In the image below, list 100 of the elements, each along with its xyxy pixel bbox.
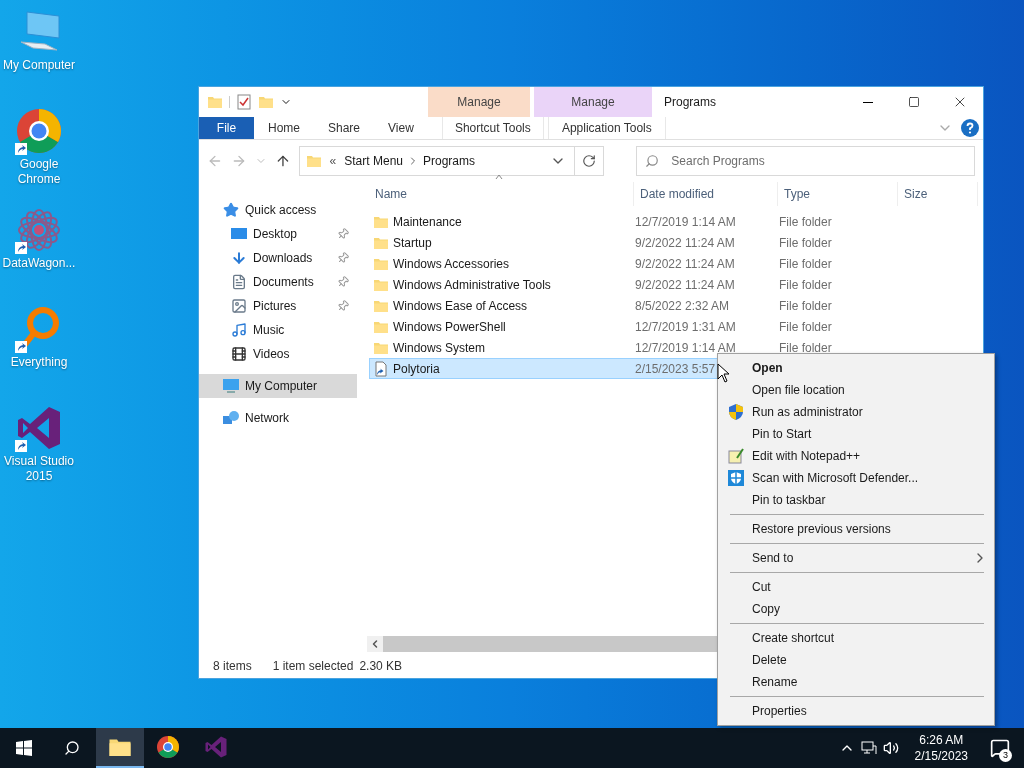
address-bar[interactable]: « Start Menu Programs <box>298 146 605 176</box>
refresh-icon[interactable] <box>582 154 597 168</box>
breadcrumb[interactable]: Start Menu <box>344 152 403 170</box>
search-icon <box>64 740 80 756</box>
column-header[interactable]: Type <box>778 182 898 206</box>
file-date: 8/5/2022 2:32 AM <box>635 298 730 313</box>
file-type: File folder <box>778 255 833 273</box>
nav-item[interactable]: Videos <box>199 342 357 366</box>
file-type: File folder <box>778 213 833 231</box>
clock[interactable]: 6:26 AM 2/15/2023 <box>906 732 976 764</box>
nav-item[interactable]: Quick access <box>199 198 357 222</box>
network-icon <box>223 410 239 426</box>
properties-icon[interactable] <box>236 94 252 110</box>
file-row[interactable]: Windows System 12/7/2019 1:14 AM File folder <box>369 337 972 358</box>
file-name: Windows System <box>393 339 486 357</box>
menu-item[interactable]: Properties <box>718 700 994 722</box>
star-icon <box>223 202 239 218</box>
file-name: Maintenance <box>393 213 462 231</box>
window-title: Programs <box>663 94 717 111</box>
notification-center-button[interactable]: 3 <box>976 728 1024 768</box>
shortcut-file-icon <box>373 360 389 377</box>
nav-item[interactable]: My Computer <box>199 374 357 398</box>
taskbar-app[interactable] <box>96 728 144 768</box>
nav-item[interactable]: Desktop <box>199 222 357 246</box>
menu-item[interactable]: Create shortcut <box>718 627 994 649</box>
file-date: 12/7/2019 1:14 AM <box>635 340 736 355</box>
menu-item[interactable]: Open file location <box>718 379 994 401</box>
picture-icon <box>231 298 247 314</box>
file-name: Startup <box>393 234 432 252</box>
menu-item[interactable]: Run as administrator <box>718 401 994 423</box>
search-icon <box>645 154 660 168</box>
ribbon-tab[interactable]: Shortcut Tools <box>441 117 544 139</box>
menu-item[interactable]: Send to <box>718 547 994 569</box>
file-date: 9/2/2022 11:24 AM <box>635 235 735 250</box>
menu-item[interactable]: Rename <box>718 671 994 693</box>
volume-icon[interactable] <box>882 740 899 756</box>
mouse-cursor-icon <box>717 363 731 383</box>
visual-studio-icon <box>204 735 228 759</box>
file-row[interactable]: Windows Ease of Access 8/5/2022 2:32 AM File folder <box>369 295 972 316</box>
chrome-icon <box>15 107 63 155</box>
network-status-icon[interactable] <box>860 740 877 756</box>
file-row[interactable]: Windows PowerShell 12/7/2019 1:31 AM File folder <box>369 316 972 337</box>
menu-item[interactable]: Pin to taskbar <box>718 489 994 511</box>
folder-icon <box>305 153 322 169</box>
menu-item[interactable]: Edit with Notepad++ <box>718 445 994 467</box>
file-row[interactable]: Startup 9/2/2022 11:24 AM File folder <box>369 232 972 253</box>
menu-item[interactable]: Restore previous versions <box>718 518 994 540</box>
ribbon-tab[interactable]: File <box>199 117 254 139</box>
file-date: 12/7/2019 1:14 AM <box>635 214 736 229</box>
menu-item[interactable]: Cut <box>718 576 994 598</box>
defender-icon <box>728 470 744 486</box>
ribbon-tab[interactable]: View <box>374 117 428 139</box>
chrome-icon <box>156 735 180 759</box>
windows-logo-icon <box>16 740 32 756</box>
desktop-icon <box>231 226 247 242</box>
file-row[interactable]: Windows Accessories 9/2/2022 11:24 AM File folder <box>369 253 972 274</box>
shield-icon <box>728 404 744 420</box>
notification-icon <box>990 738 1010 758</box>
file-row[interactable]: Maintenance 12/7/2019 1:14 AM File folder <box>369 211 972 232</box>
file-name: Windows Accessories <box>393 255 510 273</box>
column-header[interactable]: Date modified <box>634 182 778 206</box>
monitor-icon <box>223 378 239 394</box>
status-selection: 1 item selected <box>272 658 354 675</box>
download-icon <box>231 250 247 266</box>
menu-item[interactable]: Copy <box>718 598 994 620</box>
folder-icon <box>207 94 223 110</box>
menu-item[interactable]: Scan with Microsoft Defender... <box>718 467 994 489</box>
file-type: File folder <box>778 297 833 315</box>
file-name: Polytoria <box>393 360 440 378</box>
status-item-count: 8 items <box>213 658 252 675</box>
file-type: File folder <box>778 276 833 294</box>
minimize-icon <box>863 101 873 103</box>
nav-item[interactable]: Downloads <box>199 246 357 270</box>
film-icon <box>231 346 247 362</box>
breadcrumb[interactable]: Programs <box>423 152 475 170</box>
status-size: 2.30 KB <box>359 658 403 675</box>
nav-item[interactable]: Documents <box>199 270 357 294</box>
document-icon <box>231 274 247 290</box>
file-row[interactable]: Windows Administrative Tools 9/2/2022 11:24 AM File folder <box>369 274 972 295</box>
column-header[interactable]: Size <box>898 182 978 206</box>
context-tab-header: Manage <box>428 87 530 117</box>
nav-item[interactable]: Music <box>199 318 357 342</box>
ribbon-tab[interactable]: Home <box>254 117 314 139</box>
menu-item[interactable]: Delete <box>718 649 994 671</box>
file-type: File folder <box>778 339 833 357</box>
nav-item[interactable]: Pictures <box>199 294 357 318</box>
search-field[interactable]: Search Programs <box>636 146 975 176</box>
help-icon[interactable] <box>961 119 979 137</box>
file-date: 9/2/2022 11:24 AM <box>635 277 735 292</box>
notepad-icon <box>728 448 744 464</box>
column-header[interactable]: Name <box>369 182 634 206</box>
menu-item[interactable]: Pin to Start <box>718 423 994 445</box>
nav-item[interactable]: Network <box>199 406 357 430</box>
maximize-icon <box>908 96 920 108</box>
sort-indicator-icon <box>495 173 503 181</box>
ribbon-tab[interactable]: Share <box>314 117 375 139</box>
file-name: Windows Ease of Access <box>393 297 528 315</box>
address-overflow[interactable]: « <box>329 152 337 170</box>
new-folder-icon <box>258 94 274 110</box>
ribbon-tab[interactable]: Application Tools <box>547 117 666 139</box>
